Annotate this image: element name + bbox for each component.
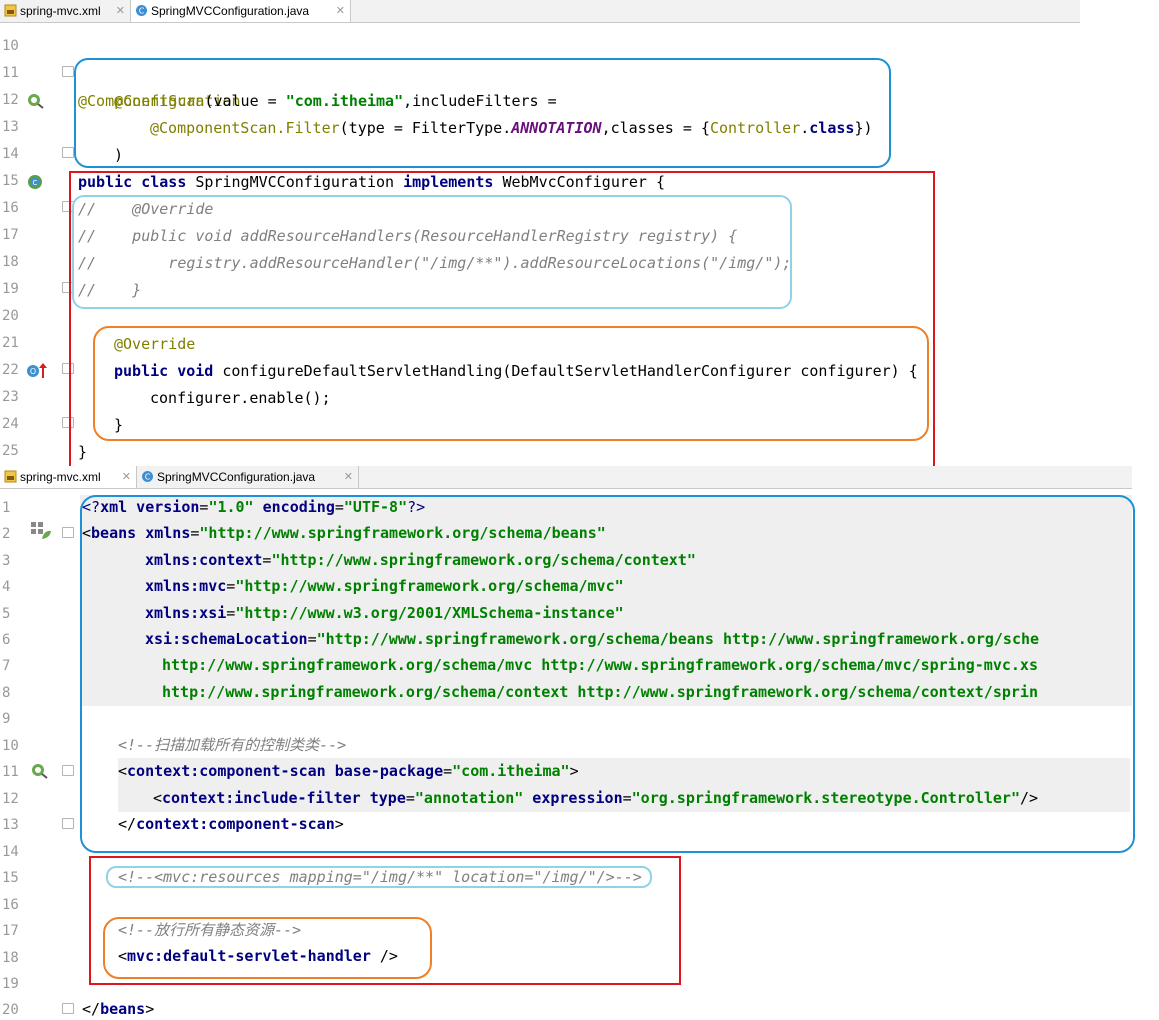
highlight-box-blue bbox=[74, 58, 891, 168]
tab-label: spring-mvc.xml bbox=[20, 470, 101, 484]
tab-spring-mvc-xml[interactable]: spring-mvc.xml ✕ bbox=[0, 466, 137, 488]
svg-text:C: C bbox=[33, 179, 38, 187]
line-number: 15 bbox=[2, 173, 19, 189]
line-number: 8 bbox=[2, 685, 11, 701]
line-number: 11 bbox=[2, 764, 19, 780]
line-number: 16 bbox=[2, 200, 19, 216]
tab-label: SpringMVCConfiguration.java bbox=[151, 4, 310, 18]
fold-marker[interactable] bbox=[62, 147, 74, 158]
xml-editor-pane: spring-mvc.xml ✕ C SpringMVCConfiguratio… bbox=[0, 466, 1159, 1020]
override-method-icon[interactable]: O bbox=[26, 362, 48, 380]
editor-tab-bar: spring-mvc.xml ✕ C SpringMVCConfiguratio… bbox=[0, 466, 1132, 489]
tab-label: spring-mvc.xml bbox=[20, 4, 101, 18]
xml-file-icon bbox=[4, 470, 17, 483]
tab-spring-mvc-xml[interactable]: spring-mvc.xml ✕ bbox=[0, 0, 131, 22]
line-number: 22 bbox=[2, 362, 19, 378]
line-number: 10 bbox=[2, 738, 19, 754]
close-icon[interactable]: ✕ bbox=[116, 0, 125, 22]
line-number: 16 bbox=[2, 897, 19, 913]
xml-file-icon bbox=[4, 4, 17, 17]
fold-marker[interactable] bbox=[62, 1003, 74, 1014]
line-number: 2 bbox=[2, 526, 11, 542]
line-number: 13 bbox=[2, 817, 19, 833]
highlight-box-light-blue bbox=[72, 195, 792, 309]
spring-bean-icon[interactable] bbox=[30, 762, 50, 780]
line-number: 15 bbox=[2, 870, 19, 886]
highlight-box-blue bbox=[80, 495, 1135, 853]
line-number: 12 bbox=[2, 92, 19, 108]
svg-text:C: C bbox=[139, 7, 145, 16]
tab-springmvcconfiguration-java[interactable]: C SpringMVCConfiguration.java ✕ bbox=[137, 466, 359, 488]
line-number: 20 bbox=[2, 308, 19, 324]
java-editor-pane: spring-mvc.xml ✕ C SpringMVCConfiguratio… bbox=[0, 0, 1159, 466]
line-number: 9 bbox=[2, 711, 11, 727]
line-number: 14 bbox=[2, 844, 19, 860]
line-number: 10 bbox=[2, 38, 19, 54]
line-number: 24 bbox=[2, 416, 19, 432]
line-number: 21 bbox=[2, 335, 19, 351]
line-number: 14 bbox=[2, 146, 19, 162]
tab-springmvcconfiguration-java[interactable]: C SpringMVCConfiguration.java ✕ bbox=[131, 0, 351, 22]
close-icon[interactable]: ✕ bbox=[336, 0, 345, 22]
editor-tab-bar: spring-mvc.xml ✕ C SpringMVCConfiguratio… bbox=[0, 0, 1080, 23]
xml-token: > bbox=[145, 1000, 155, 1018]
java-class-icon: C bbox=[142, 471, 153, 482]
close-icon[interactable]: ✕ bbox=[344, 466, 353, 488]
line-number: 17 bbox=[2, 923, 19, 939]
line-number: 20 bbox=[2, 1002, 19, 1018]
line-number: 11 bbox=[2, 65, 19, 81]
highlight-box-orange bbox=[103, 917, 432, 979]
fold-marker[interactable] bbox=[62, 765, 74, 776]
svg-text:O: O bbox=[30, 367, 36, 376]
close-icon[interactable]: ✕ bbox=[122, 466, 131, 488]
xml-token: </ bbox=[82, 1000, 101, 1018]
highlight-box-orange bbox=[93, 326, 929, 441]
fold-marker[interactable] bbox=[62, 527, 74, 538]
spring-config-icon[interactable]: C bbox=[26, 173, 46, 191]
line-number: 4 bbox=[2, 579, 11, 595]
java-class-icon: C bbox=[136, 5, 147, 16]
line-number: 19 bbox=[2, 281, 19, 297]
line-number: 6 bbox=[2, 632, 11, 648]
xml-tag-token: beans bbox=[100, 1000, 146, 1018]
line-number: 17 bbox=[2, 227, 19, 243]
line-number: 3 bbox=[2, 553, 11, 569]
line-number: 1 bbox=[2, 500, 11, 516]
line-number: 25 bbox=[2, 443, 19, 459]
line-number: 23 bbox=[2, 389, 19, 405]
svg-text:C: C bbox=[145, 473, 151, 482]
spring-context-icon[interactable] bbox=[30, 521, 52, 541]
highlight-box-light-blue bbox=[106, 866, 652, 888]
fold-marker[interactable] bbox=[62, 818, 74, 829]
line-number: 5 bbox=[2, 606, 11, 622]
code-line: </beans> bbox=[82, 996, 154, 1020]
fold-marker[interactable] bbox=[62, 66, 74, 77]
line-number: 19 bbox=[2, 976, 19, 992]
spring-bean-icon[interactable] bbox=[26, 92, 46, 110]
line-number: 12 bbox=[2, 791, 19, 807]
line-number: 7 bbox=[2, 658, 11, 674]
line-number: 18 bbox=[2, 254, 19, 270]
line-number: 18 bbox=[2, 950, 19, 966]
line-number: 13 bbox=[2, 119, 19, 135]
tab-label: SpringMVCConfiguration.java bbox=[157, 470, 316, 484]
